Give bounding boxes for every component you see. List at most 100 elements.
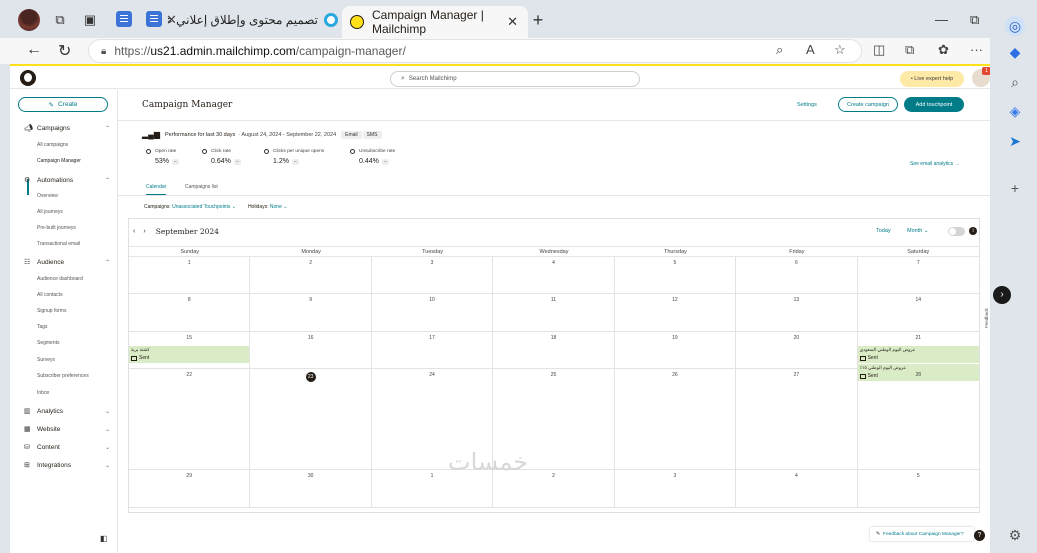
calendar-day-cell[interactable]: 10 (371, 294, 494, 332)
calendar-day-cell[interactable]: 26 (614, 369, 737, 470)
mailchimp-logo[interactable] (20, 70, 36, 86)
email-chip[interactable]: Email (341, 130, 362, 139)
calendar-event[interactable]: عروض اليوم الوطني السعودي Sent (857, 346, 979, 363)
docs-tab-icon[interactable] (146, 11, 162, 27)
nav-subscriber-preferences[interactable]: Subscriber preferences (37, 373, 89, 379)
workspaces-icon[interactable]: ⧉ (50, 10, 70, 30)
url-input[interactable]: 🔒︎ https://us21.admin.mailchimp.com/camp… (88, 39, 862, 63)
nav-integrations[interactable]: ⊞ Integrations ⌄ (24, 461, 110, 470)
nav-inbox[interactable]: Inbox (37, 390, 49, 396)
nav-audience[interactable]: ☷ Audience ⌃ (24, 258, 110, 267)
calendar-day-cell[interactable]: 23 (250, 369, 372, 470)
calendar-day-cell[interactable]: 3 (614, 470, 737, 508)
more-menu-icon[interactable]: ··· (970, 42, 983, 57)
nav-automations[interactable]: ⚙︎ Automations ⌃ (24, 176, 110, 185)
send-icon[interactable]: ➤ (1005, 131, 1025, 151)
profile-avatar[interactable] (18, 9, 40, 31)
search-input[interactable]: ⌕ Search Mailchimp (390, 71, 640, 87)
create-button[interactable]: ✎ Create (18, 97, 108, 112)
read-aloud-icon[interactable]: A (806, 42, 815, 57)
nav-campaigns[interactable]: 📣︎ Campaigns ⌃ (24, 124, 110, 133)
close-icon[interactable]: ✕ (507, 14, 518, 30)
chevron-left-icon[interactable]: ‹ (133, 228, 135, 235)
nav-surveys[interactable]: Surveys (37, 357, 55, 363)
create-campaign-button[interactable]: Create campaign (838, 97, 898, 112)
nav-campaign-manager[interactable]: Campaign Manager (37, 158, 81, 164)
nav-segments[interactable]: Segments (37, 340, 60, 346)
chevron-right-icon[interactable]: › (143, 228, 145, 235)
settings-link[interactable]: Settings (797, 102, 817, 108)
calendar-day-cell[interactable]: 15 كشتة برية Sent (129, 332, 251, 369)
calendar-day-cell[interactable]: 28 (857, 369, 979, 470)
calendar-day-cell[interactable]: 16 (250, 332, 372, 369)
calendar-day-cell[interactable]: 13 (736, 294, 858, 332)
add-touchpoint-button[interactable]: Add touchpoint (904, 97, 964, 112)
calendar-day-cell[interactable]: 8 (129, 294, 251, 332)
minimize-icon[interactable]: — (935, 12, 948, 27)
new-tab-button[interactable]: + (528, 10, 548, 30)
see-email-analytics-link[interactable]: See email analytics → (910, 161, 959, 167)
campaigns-filter[interactable]: Campaigns: Unassociated Touchpoints ⌄ (144, 204, 236, 210)
calendar-day-cell[interactable]: 11 (493, 294, 615, 332)
sms-chip[interactable]: SMS (362, 130, 382, 139)
nav-transactional-email[interactable]: Transactional email (37, 241, 80, 247)
calendar-day-cell[interactable]: 12 (614, 294, 737, 332)
tab-calendar[interactable]: Calendar (146, 184, 167, 195)
collapse-sidebar-icon[interactable]: ◧ (100, 534, 108, 543)
calendar-day-cell[interactable]: 2 (250, 257, 372, 294)
calendar-day-cell[interactable]: 4 (493, 257, 615, 294)
next-arrow-icon[interactable]: › (993, 286, 1011, 304)
refresh-icon[interactable]: ↻ (58, 41, 71, 61)
close-icon[interactable]: ✕ (166, 12, 177, 28)
tab-arabic-page[interactable]: تصميم محتوى وإطلاق إعلاني على ✕ (166, 8, 338, 32)
help-icon[interactable]: ? (974, 530, 985, 541)
avatar[interactable]: 1 (972, 67, 990, 87)
calendar-toggle[interactable] (948, 227, 965, 236)
app-icon[interactable]: ◆ (1005, 42, 1025, 62)
calendar-day-cell[interactable]: 6 (736, 257, 858, 294)
nav-audience-dashboard[interactable]: Audience dashboard (37, 276, 83, 282)
tab-campaigns-list[interactable]: Campaigns list (185, 184, 218, 194)
nav-tags[interactable]: Tags (37, 324, 48, 330)
tag-icon[interactable]: ◈ (1005, 101, 1025, 121)
calendar-day-cell[interactable]: 5 (857, 470, 979, 508)
view-select[interactable]: Month ⌄ (907, 228, 928, 234)
today-button[interactable]: Today (876, 228, 891, 234)
nav-all-contacts[interactable]: All contacts (37, 292, 63, 298)
nav-overview[interactable]: Overview (37, 193, 58, 199)
collections-icon[interactable]: ⧉ (905, 42, 914, 58)
nav-prebuilt-journeys[interactable]: Pre-built journeys (37, 225, 76, 231)
calendar-day-cell[interactable]: 1 (129, 257, 251, 294)
nav-signup-forms[interactable]: Signup forms (37, 308, 66, 314)
feedback-button[interactable]: ✎ Feedback about Campaign Manager? (870, 527, 974, 541)
add-icon[interactable]: + (1005, 178, 1025, 198)
calendar-day-cell[interactable]: 19 (614, 332, 737, 369)
calendar-day-cell[interactable]: 9 (250, 294, 372, 332)
nav-all-campaigns[interactable]: All campaigns (37, 142, 68, 148)
calendar-day-cell[interactable]: 4 (736, 470, 858, 508)
zoom-icon[interactable]: ⌕ (776, 42, 783, 58)
extensions-icon[interactable]: ✿ (938, 42, 949, 58)
calendar-day-cell[interactable]: 18 (493, 332, 615, 369)
calendar-day-cell[interactable]: 7 (857, 257, 979, 294)
tab-actions-icon[interactable]: ▣ (80, 10, 100, 30)
nav-all-journeys[interactable]: All journeys (37, 209, 63, 215)
gear-icon[interactable]: ⚙ (1005, 525, 1025, 545)
calendar-day-cell[interactable]: 29 (129, 470, 251, 508)
feedback-tab[interactable]: Feedback (984, 294, 990, 328)
search-icon[interactable]: ⌕ (1005, 72, 1025, 92)
calendar-day-cell[interactable]: 17 (371, 332, 494, 369)
nav-analytics[interactable]: ▥ Analytics ⌄ (24, 407, 110, 416)
back-icon[interactable]: ← (26, 41, 42, 59)
live-help-button[interactable]: • Live expert help (900, 71, 964, 87)
calendar-day-cell[interactable]: 5 (614, 257, 737, 294)
calendar-day-cell[interactable]: 20 (736, 332, 858, 369)
nav-website[interactable]: ▦ Website ⌄ (24, 425, 110, 434)
nav-content[interactable]: ⛁ Content ⌄ (24, 443, 110, 452)
favorite-star-icon[interactable]: ☆ (834, 42, 846, 58)
calendar-day-cell[interactable]: 30 (250, 470, 372, 508)
info-icon[interactable]: i (969, 227, 977, 235)
calendar-day-cell[interactable]: 21 عروض اليوم الوطني السعودي Sent عروض اليو… (857, 332, 979, 381)
copilot-icon[interactable]: ◎ (1005, 16, 1025, 36)
holidays-filter[interactable]: Holidays: None ⌄ (248, 204, 288, 210)
